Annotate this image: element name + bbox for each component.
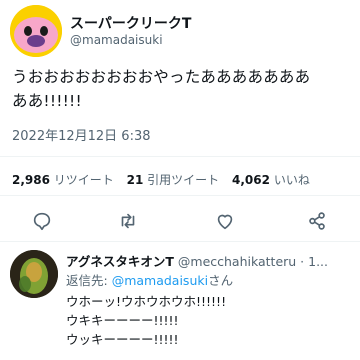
retweet-label[interactable]: リツイート xyxy=(54,173,114,187)
like-button[interactable] xyxy=(212,208,238,234)
divider xyxy=(0,195,360,196)
replying-to-mention[interactable]: @mamadaisuki xyxy=(112,273,208,288)
display-name[interactable]: スーパークリークT xyxy=(70,13,191,33)
reply-button[interactable] xyxy=(29,208,55,234)
reply-header: アグネスタキオンT @mecchahikatteru · 1... xyxy=(66,251,328,270)
reply-text-line: ウホーッ!ウホウホウホ!!!!!! xyxy=(66,294,227,309)
replying-to-prefix: 返信先: xyxy=(66,273,112,288)
avatar-image xyxy=(10,5,62,57)
reply-avatar-image xyxy=(10,250,58,298)
comment-icon xyxy=(33,212,51,231)
quote-label[interactable]: 引用ツイート xyxy=(147,173,219,187)
like-label[interactable]: いいね xyxy=(274,173,310,187)
divider xyxy=(0,241,360,242)
retweet-button[interactable] xyxy=(115,208,141,234)
reply-text-line: ウッキーーーー!!!!! xyxy=(66,332,179,347)
avatar[interactable] xyxy=(10,5,62,57)
reply-display-name[interactable]: アグネスタキオンT xyxy=(66,254,174,269)
heart-icon xyxy=(217,214,233,230)
tweet-text-line: ああ!!!!!! xyxy=(12,92,82,110)
like-count[interactable]: 4,062 xyxy=(232,173,270,187)
quote-count[interactable]: 21 xyxy=(127,173,144,187)
tweet-timestamp[interactable]: 2022年12月12日 6:38 xyxy=(12,125,151,144)
reply-avatar[interactable] xyxy=(10,250,58,298)
retweet-icon xyxy=(121,213,135,229)
engagement-stats: 2,986 リツイート 21 引用ツイート 4,062 いいね xyxy=(12,171,319,188)
tweet-text-line: うおおおおおおおおやったあああああああ xyxy=(12,68,311,86)
replying-to-suffix: さん xyxy=(208,273,234,288)
reply-text-line: ウキキーーーー!!!!! xyxy=(66,313,179,328)
replying-to: 返信先: @mamadaisukiさん xyxy=(66,270,233,289)
retweet-count[interactable]: 2,986 xyxy=(12,173,50,187)
share-icon xyxy=(309,212,325,230)
tweet-text: うおおおおおおおおやったあああああああ ああ!!!!!! xyxy=(12,65,352,113)
share-button[interactable] xyxy=(304,208,330,234)
reply-handle[interactable]: @mecchahikatteru · 1... xyxy=(178,254,328,269)
user-handle[interactable]: @mamadaisuki xyxy=(70,33,163,47)
divider xyxy=(0,156,360,157)
